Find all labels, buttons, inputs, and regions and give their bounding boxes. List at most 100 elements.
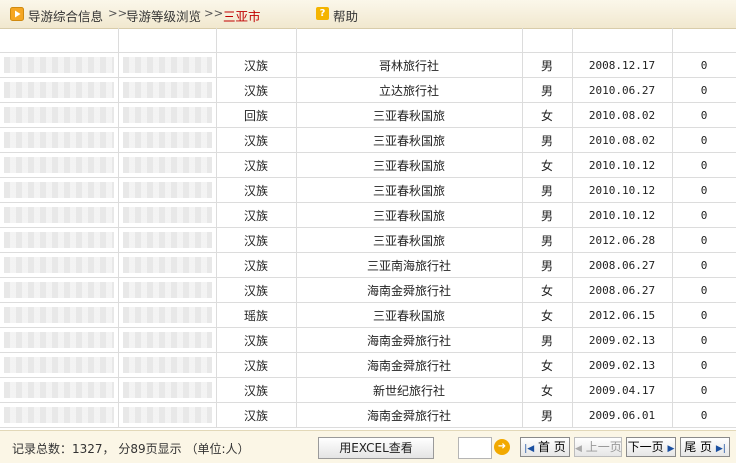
gender-cell: 男 xyxy=(522,227,573,253)
gender-cell: 男 xyxy=(522,202,573,228)
agency-cell: 新世纪旅行社 xyxy=(296,377,523,403)
id-cell-redacted xyxy=(0,277,119,303)
count-cell: 0 xyxy=(672,177,736,203)
name-cell-redacted xyxy=(118,177,217,203)
column-header xyxy=(0,28,119,53)
gender-cell: 女 xyxy=(522,352,573,378)
breadcrumb-guide-level[interactable]: 导游等级浏览 xyxy=(126,6,201,25)
count-cell: 0 xyxy=(672,327,736,353)
help-link[interactable]: 帮助 xyxy=(333,6,358,25)
date-cell: 2008.06.27 xyxy=(572,277,673,303)
gender-cell: 男 xyxy=(522,252,573,278)
breadcrumb-separator: >> xyxy=(204,6,224,20)
gender-cell: 女 xyxy=(522,302,573,328)
table-row: 汉族 三亚春秋国旅男 2010.08.02 0 xyxy=(0,127,736,153)
id-cell-redacted xyxy=(0,102,119,128)
gender-cell: 男 xyxy=(522,52,573,78)
agency-cell: 海南金舜旅行社 xyxy=(296,352,523,378)
record-summary: 记录总数：1327， 分89页显示 （单位:人） xyxy=(12,442,250,456)
date-cell: 2008.06.27 xyxy=(572,252,673,278)
date-cell: 2010.10.12 xyxy=(572,177,673,203)
ethnicity-cell: 汉族 xyxy=(216,202,297,228)
next-page-button[interactable]: 下一页 ▶ xyxy=(626,437,676,457)
date-cell: 2010.06.27 xyxy=(572,77,673,103)
count-cell: 0 xyxy=(672,152,736,178)
name-cell-redacted xyxy=(118,377,217,403)
name-cell-redacted xyxy=(118,227,217,253)
id-cell-redacted xyxy=(0,402,119,428)
name-cell-redacted xyxy=(118,252,217,278)
ethnicity-cell: 瑶族 xyxy=(216,302,297,328)
column-header xyxy=(522,28,573,53)
date-cell: 2008.12.17 xyxy=(572,52,673,78)
agency-cell: 海南金舜旅行社 xyxy=(296,277,523,303)
id-cell-redacted xyxy=(0,327,119,353)
page-number-input[interactable] xyxy=(458,437,492,459)
breadcrumb-current-city: 三亚市 xyxy=(223,9,261,24)
date-cell: 2012.06.28 xyxy=(572,227,673,253)
name-cell-redacted xyxy=(118,352,217,378)
table-header-row xyxy=(0,28,736,53)
column-header xyxy=(572,28,673,53)
prev-page-icon: ◀ xyxy=(575,444,582,454)
agency-cell: 海南金舜旅行社 xyxy=(296,402,523,428)
date-cell: 2009.02.13 xyxy=(572,327,673,353)
ethnicity-cell: 汉族 xyxy=(216,402,297,428)
agency-cell: 三亚春秋国旅 xyxy=(296,127,523,153)
table-row: 汉族 三亚春秋国旅女 2010.10.12 0 xyxy=(0,152,736,178)
export-excel-button[interactable]: 用EXCEL查看 xyxy=(318,437,434,459)
gender-cell: 女 xyxy=(522,277,573,303)
date-cell: 2009.02.13 xyxy=(572,352,673,378)
id-cell-redacted xyxy=(0,127,119,153)
id-cell-redacted xyxy=(0,227,119,253)
id-cell-redacted xyxy=(0,252,119,278)
ethnicity-cell: 汉族 xyxy=(216,377,297,403)
table-row: 汉族 海南金舜旅行社女 2008.06.27 0 xyxy=(0,277,736,303)
date-cell: 2010.08.02 xyxy=(572,102,673,128)
last-page-icon: ▶| xyxy=(715,444,726,454)
name-cell-redacted xyxy=(118,127,217,153)
name-cell-redacted xyxy=(118,52,217,78)
last-page-button[interactable]: 尾 页 ▶| xyxy=(680,437,730,457)
column-header xyxy=(296,28,523,53)
gender-cell: 女 xyxy=(522,102,573,128)
breadcrumb-guide-info[interactable]: 导游综合信息 xyxy=(28,6,103,25)
table-row: 汉族 新世纪旅行社女 2009.04.17 0 xyxy=(0,377,736,403)
table-row: 汉族 海南金舜旅行社女 2009.02.13 0 xyxy=(0,352,736,378)
ethnicity-cell: 汉族 xyxy=(216,327,297,353)
help-icon[interactable]: ? xyxy=(316,7,329,20)
name-cell-redacted xyxy=(118,277,217,303)
agency-cell: 哥林旅行社 xyxy=(296,52,523,78)
count-cell: 0 xyxy=(672,202,736,228)
id-cell-redacted xyxy=(0,177,119,203)
table-row: 回族 三亚春秋国旅女 2010.08.02 0 xyxy=(0,102,736,128)
date-cell: 2010.08.02 xyxy=(572,127,673,153)
count-cell: 0 xyxy=(672,277,736,303)
name-cell-redacted xyxy=(118,202,217,228)
table-row: 汉族 三亚春秋国旅男 2010.10.12 0 xyxy=(0,202,736,228)
name-cell-redacted xyxy=(118,77,217,103)
go-arrow-icon[interactable]: ➜ xyxy=(494,439,510,455)
count-cell: 0 xyxy=(672,302,736,328)
date-cell: 2010.10.12 xyxy=(572,152,673,178)
table-row: 汉族 立达旅行社男 2010.06.27 0 xyxy=(0,77,736,103)
agency-cell: 立达旅行社 xyxy=(296,77,523,103)
count-cell: 0 xyxy=(672,77,736,103)
gender-cell: 女 xyxy=(522,152,573,178)
ethnicity-cell: 汉族 xyxy=(216,277,297,303)
gender-cell: 男 xyxy=(522,77,573,103)
name-cell-redacted xyxy=(118,302,217,328)
agency-cell: 三亚春秋国旅 xyxy=(296,302,523,328)
id-cell-redacted xyxy=(0,302,119,328)
prev-page-button[interactable]: ◀ 上一页 xyxy=(574,437,622,457)
id-cell-redacted xyxy=(0,52,119,78)
first-page-button[interactable]: |◀ 首 页 xyxy=(520,437,570,457)
gender-cell: 男 xyxy=(522,402,573,428)
count-cell: 0 xyxy=(672,402,736,428)
table-row: 汉族 海南金舜旅行社男 2009.06.01 0 xyxy=(0,402,736,428)
ethnicity-cell: 汉族 xyxy=(216,127,297,153)
count-cell: 0 xyxy=(672,227,736,253)
id-cell-redacted xyxy=(0,352,119,378)
first-page-icon: |◀ xyxy=(524,444,535,454)
gender-cell: 男 xyxy=(522,127,573,153)
